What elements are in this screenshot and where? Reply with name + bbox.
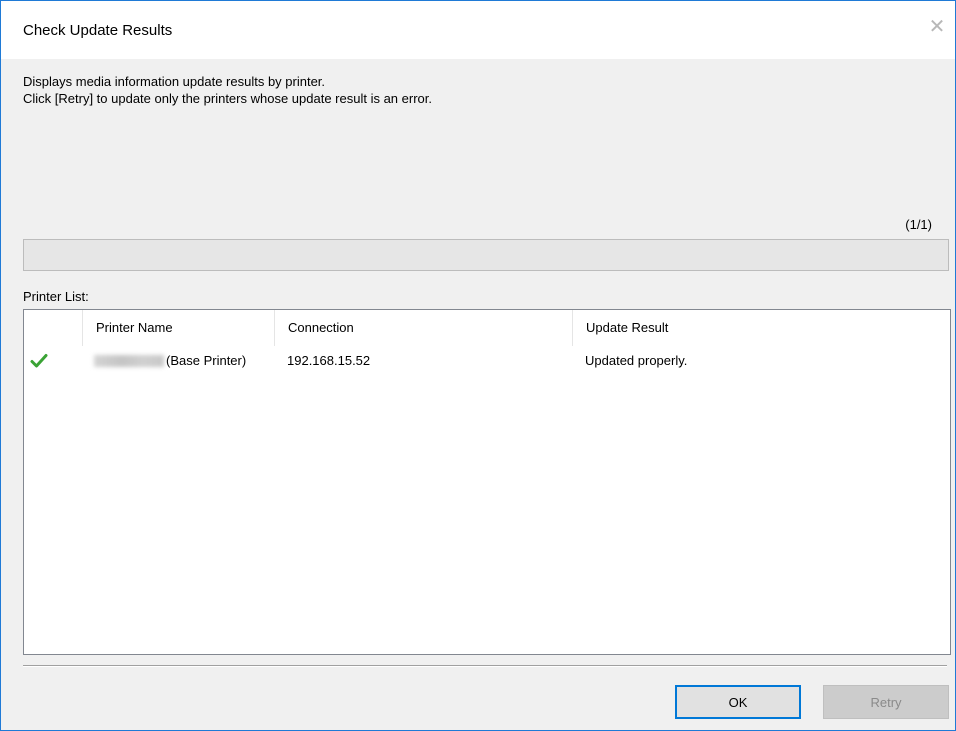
printer-list[interactable]: Printer Name Connection Update Result (B… [23,309,951,655]
column-header-status[interactable] [24,310,82,346]
printer-name-suffix: (Base Printer) [166,353,247,368]
checkmark-icon [30,354,48,368]
title-bar: Check Update Results ✕ [1,1,955,59]
ok-button[interactable]: OK [675,685,801,719]
dialog-title: Check Update Results [23,22,173,39]
printer-list-label: Printer List: [23,289,89,304]
column-header-printer-name[interactable]: Printer Name [82,310,274,346]
retry-button[interactable]: Retry [823,685,949,719]
close-icon[interactable]: ✕ [925,15,949,39]
update-result-cell: Updated properly. [585,353,688,368]
printer-name-cell: (Base Printer) [94,346,246,376]
description-line-1: Displays media information update result… [23,74,326,89]
dialog-window: Check Update Results ✕ Displays media in… [0,0,956,731]
progress-bar [23,239,949,271]
list-header: Printer Name Connection Update Result [24,310,950,346]
column-header-connection[interactable]: Connection [274,310,572,346]
column-header-update-result[interactable]: Update Result [572,310,950,346]
divider [23,665,947,667]
progress-counter: (1/1) [905,217,932,232]
description: Displays media information update result… [23,73,432,107]
redacted-printer-name [94,354,164,367]
table-row[interactable]: (Base Printer) 192.168.15.52 Updated pro… [24,346,950,376]
description-line-2: Click [Retry] to update only the printer… [23,91,432,106]
connection-cell: 192.168.15.52 [287,353,371,368]
